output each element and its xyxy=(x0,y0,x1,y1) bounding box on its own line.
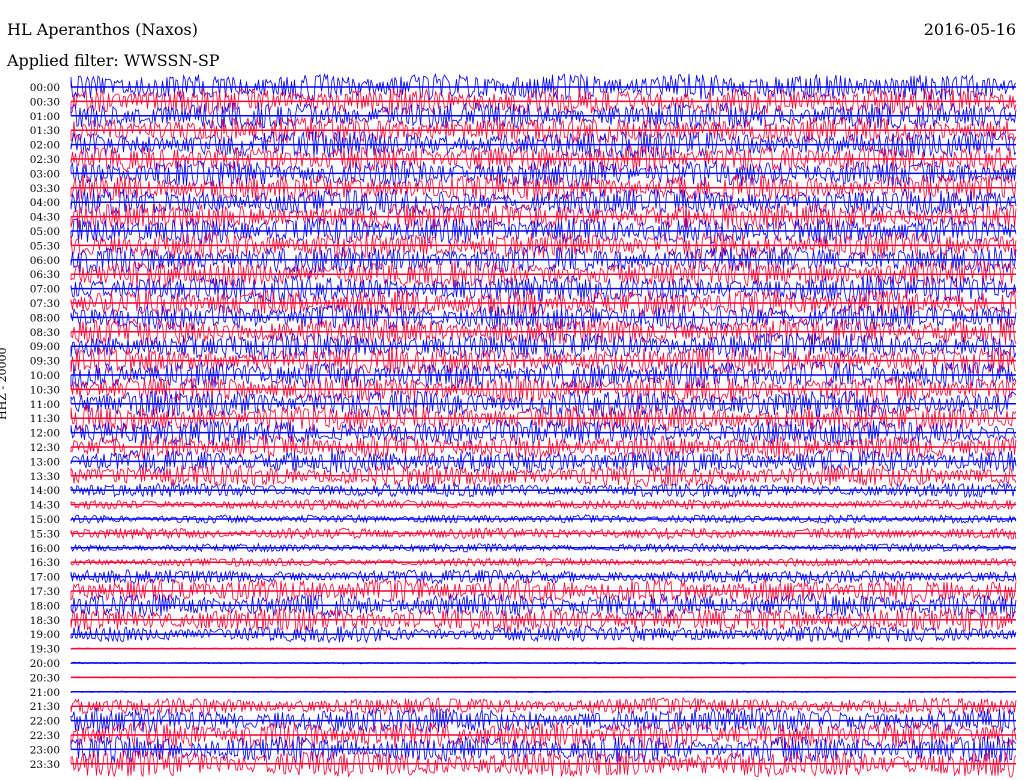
time-tick-label: 05:30 xyxy=(30,240,60,252)
time-tick-label: 08:30 xyxy=(30,327,60,339)
time-tick-label: 07:00 xyxy=(30,284,60,296)
time-tick-label: 12:30 xyxy=(30,442,60,454)
time-tick-label: 11:30 xyxy=(30,413,60,425)
time-tick-label: 14:30 xyxy=(30,500,60,512)
time-tick-label: 16:00 xyxy=(30,543,60,555)
helicorder-plot: 00:00 00:30 01:00 01:30 02:00 02:30 03:00 03:30… xyxy=(30,72,1017,778)
time-tick-label: 20:00 xyxy=(30,658,60,670)
time-tick-label: 19:00 xyxy=(30,629,60,641)
time-tick-label: 23:30 xyxy=(30,759,60,771)
time-tick-label: 00:30 xyxy=(30,96,60,108)
time-tick-label: 10:00 xyxy=(30,370,60,382)
time-tick-label: 04:00 xyxy=(30,197,60,209)
time-tick-label: 21:00 xyxy=(30,687,60,699)
time-tick-label: 01:30 xyxy=(30,125,60,137)
time-tick-label: 09:30 xyxy=(30,356,60,368)
time-tick-label: 19:30 xyxy=(30,644,60,656)
time-tick-label: 15:30 xyxy=(30,528,60,540)
time-tick-label: 20:30 xyxy=(30,672,60,684)
time-tick-label: 14:00 xyxy=(30,485,60,497)
time-tick-label: 21:30 xyxy=(30,701,60,713)
time-tick-label: 00:00 xyxy=(30,82,60,94)
time-tick-label: 17:00 xyxy=(30,572,60,584)
time-tick-label: 01:00 xyxy=(30,111,60,123)
time-tick-label: 08:00 xyxy=(30,312,60,324)
time-tick-label: 06:30 xyxy=(30,269,60,281)
time-tick-label: 22:00 xyxy=(30,716,60,728)
time-tick-label: 13:00 xyxy=(30,456,60,468)
time-tick-label: 02:00 xyxy=(30,140,60,152)
time-tick-label: 18:30 xyxy=(30,615,60,627)
time-tick-label: 17:30 xyxy=(30,586,60,598)
time-tick-label: 22:30 xyxy=(30,730,60,742)
time-tick-label: 09:00 xyxy=(30,341,60,353)
time-tick-label: 16:30 xyxy=(30,557,60,569)
time-tick-label: 03:30 xyxy=(30,183,60,195)
time-tick-label: 13:30 xyxy=(30,471,60,483)
time-tick-label: 07:30 xyxy=(30,298,60,310)
time-tick-label: 23:00 xyxy=(30,744,60,756)
time-tick-label: 04:30 xyxy=(30,212,60,224)
time-tick-label: 06:00 xyxy=(30,255,60,267)
time-tick-label: 02:30 xyxy=(30,154,60,166)
time-tick-label: 12:00 xyxy=(30,428,60,440)
time-tick-label: 18:00 xyxy=(30,600,60,612)
time-tick-label: 05:00 xyxy=(30,226,60,238)
time-tick-label: 10:30 xyxy=(30,384,60,396)
time-tick-label: 03:00 xyxy=(30,168,60,180)
time-tick-label: 11:00 xyxy=(30,399,60,411)
time-tick-label: 15:00 xyxy=(30,514,60,526)
